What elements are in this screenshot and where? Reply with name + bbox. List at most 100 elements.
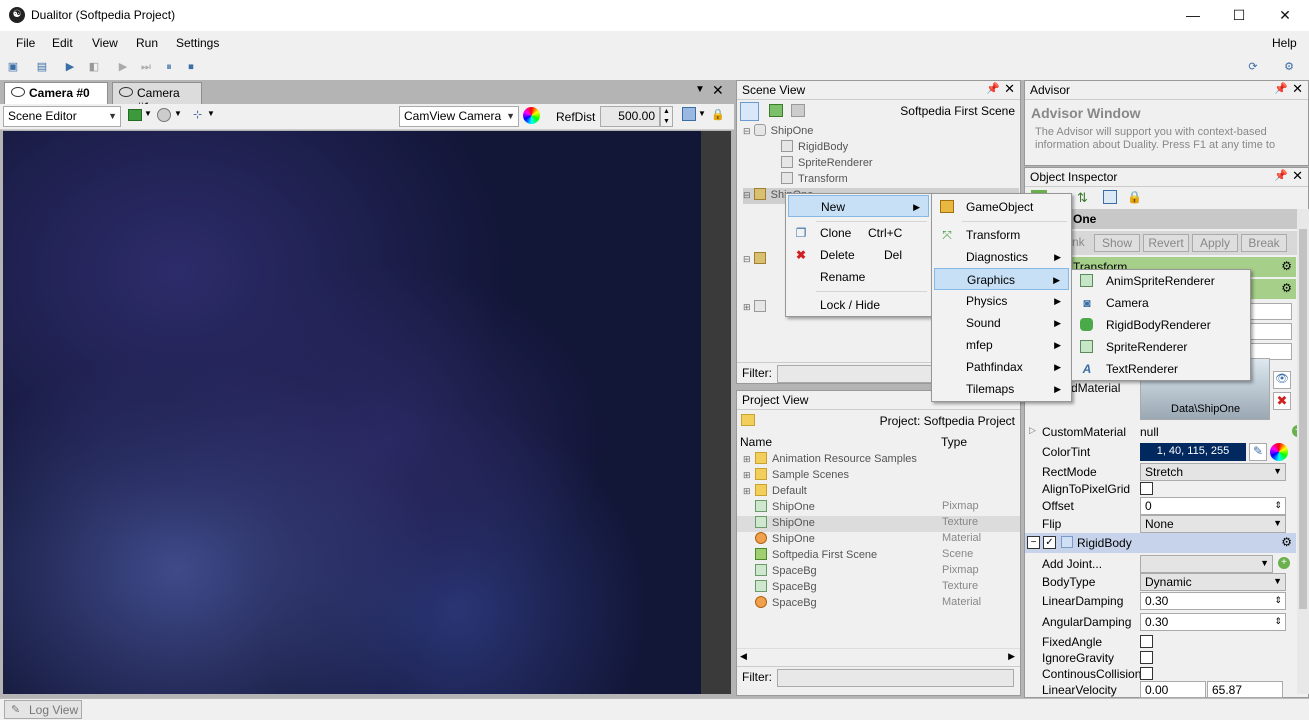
project-item[interactable]: ShipOne Pixmap [737, 500, 1020, 516]
clear-resource-icon[interactable]: ✖ [1273, 392, 1291, 410]
graphics-item-camera[interactable]: ◙ Camera [1074, 292, 1248, 314]
linear-damping-input[interactable]: 0.30 ⇕ [1140, 592, 1286, 610]
graphics-item-rigidbodyrenderer[interactable]: RigidBodyRenderer [1074, 314, 1248, 336]
object-visibility-icon[interactable] [157, 108, 171, 122]
fixed-angle-checkbox[interactable] [1140, 635, 1153, 648]
layer-icon[interactable] [128, 109, 142, 121]
prefab-break-button[interactable]: Break [1241, 234, 1287, 252]
tree-node-collapsed[interactable]: ⊟ [743, 252, 771, 268]
log-view-tab[interactable]: ✎ Log View [4, 700, 82, 719]
lock-icon[interactable]: 🔒 [711, 108, 725, 121]
pin-icon[interactable]: 📌 [1274, 169, 1288, 182]
pause-icon[interactable]: ⏸ [161, 59, 177, 75]
pin-icon[interactable]: 📌 [986, 82, 1000, 95]
project-item[interactable]: ⊞ Animation Resource Samples [737, 452, 1020, 468]
project-item[interactable]: ShipOne Material [737, 532, 1020, 548]
eyedropper-icon[interactable]: ✎ [1249, 443, 1267, 461]
submenu-item-transform[interactable]: ⤧ Transform [934, 224, 1069, 246]
expand-icon[interactable]: ▷ [1029, 425, 1036, 436]
project-item[interactable]: ⊞ Default [737, 484, 1020, 500]
submenu-item-graphics[interactable]: Graphics ▶ [934, 268, 1069, 290]
inspector-scroll-thumb[interactable] [1299, 229, 1307, 609]
tree-node-rigidbody[interactable]: RigidBody [781, 140, 848, 156]
sort-icon[interactable]: ⇅ [1077, 190, 1088, 206]
scroll-left-icon[interactable]: ◀ [740, 651, 747, 662]
linear-velocity-y-input[interactable]: 65.87 [1207, 681, 1283, 698]
add-joint-select[interactable]: ▼ [1140, 555, 1273, 573]
submenu-item-diagnostics[interactable]: Diagnostics ▶ [934, 246, 1069, 268]
submenu-item-physics[interactable]: Physics ▶ [934, 290, 1069, 312]
submenu-item-sound[interactable]: Sound ▶ [934, 312, 1069, 334]
submenu-item-pathfindax[interactable]: Pathfindax ▶ [934, 356, 1069, 378]
color-wheel-icon[interactable] [523, 107, 540, 124]
snap-icon[interactable]: ⊹ [193, 108, 202, 121]
tree-node-transform[interactable]: Transform [781, 172, 848, 188]
rigidbody-section-header[interactable]: − ✓ RigidBody ⚙ [1025, 533, 1296, 553]
prefab-show-button[interactable]: Show [1094, 234, 1140, 252]
stop-icon[interactable]: ⏹ [183, 59, 199, 75]
inspector-scrollbar[interactable] [1297, 209, 1309, 694]
close-window-button[interactable]: ✕ [1262, 0, 1308, 31]
close-icon[interactable]: ✕ [1292, 81, 1303, 97]
angular-damping-input[interactable]: 0.30 ⇕ [1140, 613, 1286, 631]
menu-item-clone[interactable]: ❐ Clone Ctrl+C [788, 222, 929, 244]
align-checkbox[interactable] [1140, 482, 1153, 495]
menu-item-rename[interactable]: Rename [788, 266, 929, 288]
project-item[interactable]: SpaceBg Texture [737, 580, 1020, 596]
lock-icon[interactable]: 🔒 [1127, 190, 1142, 204]
color-tint-value[interactable]: 1, 40, 115, 255 [1140, 443, 1246, 461]
project-item[interactable]: SpaceBg Material [737, 596, 1020, 612]
chevron-down-icon[interactable]: ▼ [207, 109, 215, 118]
close-icon[interactable]: ✕ [1004, 81, 1015, 97]
submenu-item-tilemaps[interactable]: Tilemaps ▶ [934, 378, 1069, 400]
save-scene-icon[interactable] [791, 104, 805, 117]
perspective-icon[interactable] [682, 107, 696, 121]
editor-mode-select[interactable]: Scene Editor ▼ [3, 106, 121, 127]
prefab-revert-button[interactable]: Revert [1143, 234, 1189, 252]
graphics-item-textrenderer[interactable]: A TextRenderer [1074, 358, 1248, 380]
project-item[interactable]: ShipOne Texture [737, 516, 1020, 532]
tab-camera-0[interactable]: Camera #0 [4, 82, 108, 104]
collapse-icon[interactable]: − [1027, 536, 1040, 549]
close-camera-tab-icon[interactable]: ✕ [712, 82, 724, 99]
debug-game-icon[interactable]: ◧ [86, 59, 102, 75]
menu-run[interactable]: Run [136, 36, 158, 50]
menu-item-lock-hide[interactable]: Lock / Hide [788, 294, 929, 316]
col-name[interactable]: Name [740, 435, 772, 449]
close-icon[interactable]: ✕ [1292, 168, 1303, 184]
copy-icon[interactable] [1103, 190, 1117, 204]
show-resource-icon[interactable]: 👁 [1273, 371, 1291, 389]
chevron-down-icon[interactable]: ▼ [144, 109, 152, 118]
prefab-apply-button[interactable]: Apply [1192, 234, 1238, 252]
expand-icon[interactable]: ⊞ [737, 486, 755, 497]
chevron-down-icon[interactable]: ▼ [698, 109, 706, 118]
graphics-item-animspriterenderer[interactable]: AnimSpriteRenderer [1074, 270, 1248, 292]
layout-icon[interactable]: ⟳ [1245, 59, 1261, 75]
gear-icon[interactable]: ⚙ [1281, 535, 1292, 549]
tab-camera-1[interactable]: Camera #1 [112, 82, 202, 114]
refdist-spinner[interactable]: ▲ ▼ [660, 106, 673, 127]
tree-node-collapsed[interactable]: ⊞ [743, 300, 771, 316]
run-game-icon[interactable]: ▶ [62, 59, 78, 75]
scene-viewport[interactable] [3, 131, 701, 694]
scroll-right-icon[interactable]: ▶ [1008, 651, 1015, 662]
menu-edit[interactable]: Edit [52, 36, 73, 50]
project-item[interactable]: Softpedia First Scene Scene [737, 548, 1020, 564]
ignore-gravity-checkbox[interactable] [1140, 651, 1153, 664]
play-icon[interactable]: ▶ [115, 59, 131, 75]
menu-view[interactable]: View [92, 36, 118, 50]
maximize-button[interactable]: ☐ [1216, 0, 1262, 31]
tree-node-shipone[interactable]: ⊟ ShipOne [743, 124, 813, 140]
menu-file[interactable]: File [16, 36, 35, 50]
new-object-icon[interactable] [740, 102, 759, 121]
project-item[interactable]: ⊞ Sample Scenes [737, 468, 1020, 484]
expand-icon[interactable]: ⊞ [737, 454, 755, 465]
continuous-collision-checkbox[interactable] [1140, 667, 1153, 680]
project-hscroll[interactable]: ◀ ▶ [737, 648, 1020, 666]
offset-input[interactable]: 0 ⇕ [1140, 497, 1286, 515]
chevron-down-icon[interactable]: ▼ [174, 109, 182, 118]
step-icon[interactable]: ⏭ [138, 59, 154, 75]
refdist-input[interactable]: 500.00 [600, 106, 660, 127]
menu-help[interactable]: Help [1272, 36, 1297, 50]
graphics-item-spriterenderer[interactable]: SpriteRenderer [1074, 336, 1248, 358]
